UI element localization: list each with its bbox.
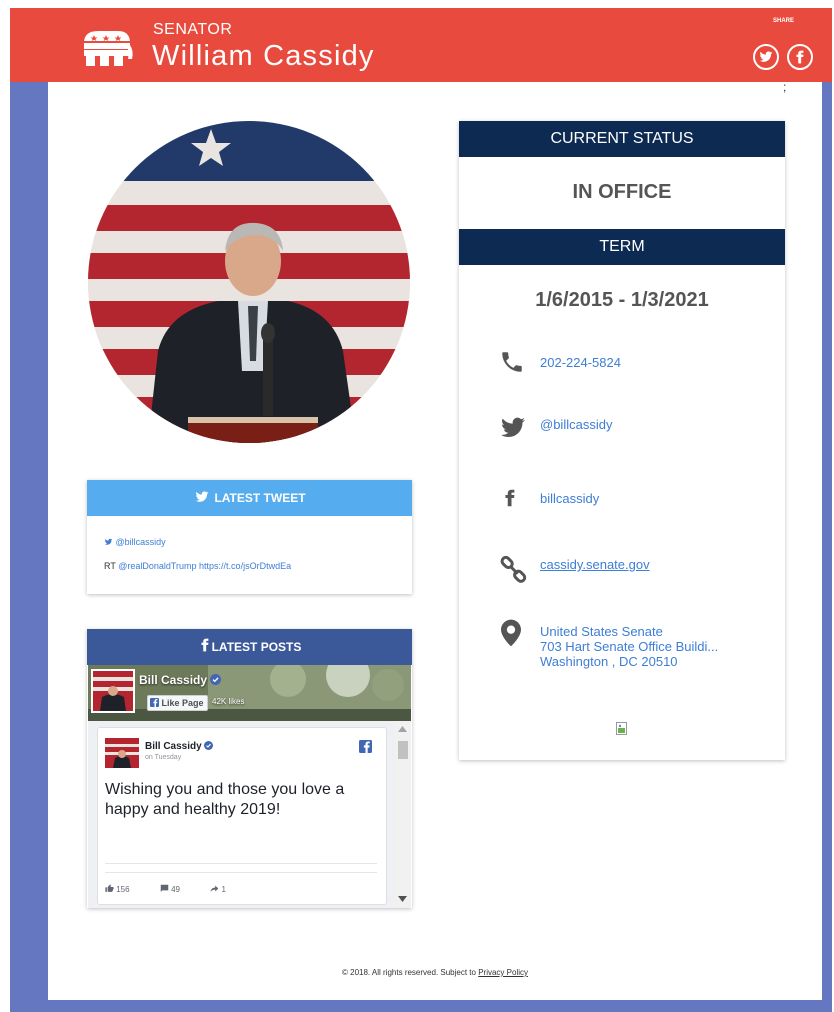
tweet-handle-text: @billcassidy <box>115 537 166 547</box>
status-value: IN OFFICE <box>572 181 672 203</box>
feed-scroll-thumb[interactable] <box>398 741 408 759</box>
status-heading: CURRENT STATUS <box>459 121 785 157</box>
tweet-prefix: RT <box>104 561 116 571</box>
post-text: Wishing you and those you love a happy a… <box>105 781 345 818</box>
facebook-icon <box>505 489 515 507</box>
post-comments-count: 49 <box>171 885 180 894</box>
facebook-link[interactable]: billcassidy <box>540 491 599 506</box>
post-shares[interactable]: 1 <box>210 885 240 894</box>
footer-text: © 2018. All rights reserved. Subject to <box>342 968 476 977</box>
post-stats: 156 49 1 <box>105 884 254 894</box>
fb-like-page-label: Like Page <box>161 698 204 708</box>
fb-page-name-text: Bill Cassidy <box>139 673 208 687</box>
verified-badge-icon <box>204 741 214 750</box>
website-link[interactable]: cassidy.senate.gov <box>540 557 650 572</box>
post-shares-count: 1 <box>221 885 226 894</box>
status-card: CURRENT STATUS IN OFFICE TERM 1/6/2015 -… <box>459 121 785 760</box>
term-heading: TERM <box>459 229 785 265</box>
thumbs-up-icon <box>105 884 114 892</box>
phone-icon <box>502 352 522 372</box>
share-twitter-button[interactable] <box>753 44 779 70</box>
post-divider <box>105 872 377 873</box>
post-reactions-count: 156 <box>116 885 130 894</box>
phone-row: 202-224-5824 <box>459 347 785 387</box>
twitter-link[interactable]: @billcassidy <box>540 417 612 432</box>
footer: © 2018. All rights reserved. Subject to … <box>48 968 822 977</box>
tweet-mention-link[interactable]: @realDonaldTrump <box>118 561 196 571</box>
tweet-text: RT @realDonaldTrump https://t.co/jsOrDtw… <box>104 561 291 571</box>
facebook-icon <box>201 638 209 652</box>
fb-post[interactable]: Bill Cassidy on Tuesday Wishing you and … <box>97 727 387 905</box>
fb-likes-count: 42K likes <box>212 697 245 706</box>
latest-tweet-label: LATEST TWEET <box>214 491 306 505</box>
term-value: 1/6/2015 - 1/3/2021 <box>535 289 709 311</box>
website-row: cassidy.senate.gov <box>459 555 785 595</box>
post-time[interactable]: on Tuesday <box>145 754 181 761</box>
facebook-icon <box>150 698 159 707</box>
senator-label: SENATOR <box>153 21 233 38</box>
fb-like-page-button[interactable]: Like Page <box>147 695 208 711</box>
share-facebook-button[interactable] <box>787 44 813 70</box>
map-pin-icon <box>501 619 521 647</box>
post-author-name: Bill Cassidy <box>145 741 202 752</box>
broken-image-icon <box>616 722 627 735</box>
facebook-row: billcassidy <box>459 481 785 521</box>
address-text[interactable]: United States Senate 703 Hart Senate Off… <box>540 624 718 669</box>
facebook-icon <box>796 50 804 64</box>
facebook-icon[interactable] <box>359 740 372 753</box>
post-divider <box>105 863 377 864</box>
post-author-avatar[interactable] <box>105 738 139 768</box>
post-reactions[interactable]: 156 <box>105 884 146 894</box>
feed-scrollbar[interactable] <box>394 721 411 908</box>
fb-page-name[interactable]: Bill Cassidy <box>139 673 222 687</box>
fb-page-cover[interactable] <box>88 665 411 721</box>
post-comments[interactable]: 49 <box>160 884 196 894</box>
address-line3: Washington , DC 20510 <box>540 654 678 669</box>
scroll-down-arrow-icon[interactable] <box>398 896 407 902</box>
address-line2: 703 Hart Senate Office Buildi... <box>540 639 719 654</box>
twitter-icon <box>196 491 209 502</box>
post-author[interactable]: Bill Cassidy <box>145 741 214 752</box>
share-arrow-icon <box>210 885 219 892</box>
latest-tweet-card: LATEST TWEET @billcassidy RT @realDonald… <box>87 480 412 594</box>
fb-feed[interactable]: Bill Cassidy on Tuesday Wishing you and … <box>88 721 411 908</box>
site-header: SENATOR William Cassidy SHARE <box>10 8 832 82</box>
tweet-url-link[interactable]: https://t.co/jsOrDtwdEa <box>199 561 291 571</box>
tweet-handle[interactable]: @billcassidy <box>104 537 166 547</box>
scroll-up-arrow-icon[interactable] <box>398 726 407 732</box>
senator-photo <box>88 121 410 443</box>
latest-posts-heading: LATEST POSTS <box>87 629 412 665</box>
phone-link[interactable]: 202-224-5824 <box>540 355 621 370</box>
twitter-icon <box>759 51 773 62</box>
twitter-icon <box>501 417 525 437</box>
republican-elephant-icon <box>84 31 133 66</box>
privacy-policy-link[interactable]: Privacy Policy <box>478 968 528 977</box>
latest-posts-card: LATEST POSTS Bill Cassidy Like Page 42K … <box>87 629 412 908</box>
share-label: SHARE <box>773 18 795 24</box>
comment-icon <box>160 884 169 892</box>
link-icon <box>500 555 527 583</box>
verified-badge-icon <box>210 674 222 685</box>
latest-posts-label: LATEST POSTS <box>211 640 302 654</box>
latest-tweet-heading: LATEST TWEET <box>87 480 412 516</box>
twitter-row: @billcassidy <box>459 415 785 455</box>
address-line1: United States Senate <box>540 624 663 639</box>
twitter-icon <box>104 538 113 545</box>
address-row: United States Senate 703 Hart Senate Off… <box>459 619 785 679</box>
stray-text: ; <box>783 80 787 94</box>
senator-name: William Cassidy <box>152 40 375 72</box>
